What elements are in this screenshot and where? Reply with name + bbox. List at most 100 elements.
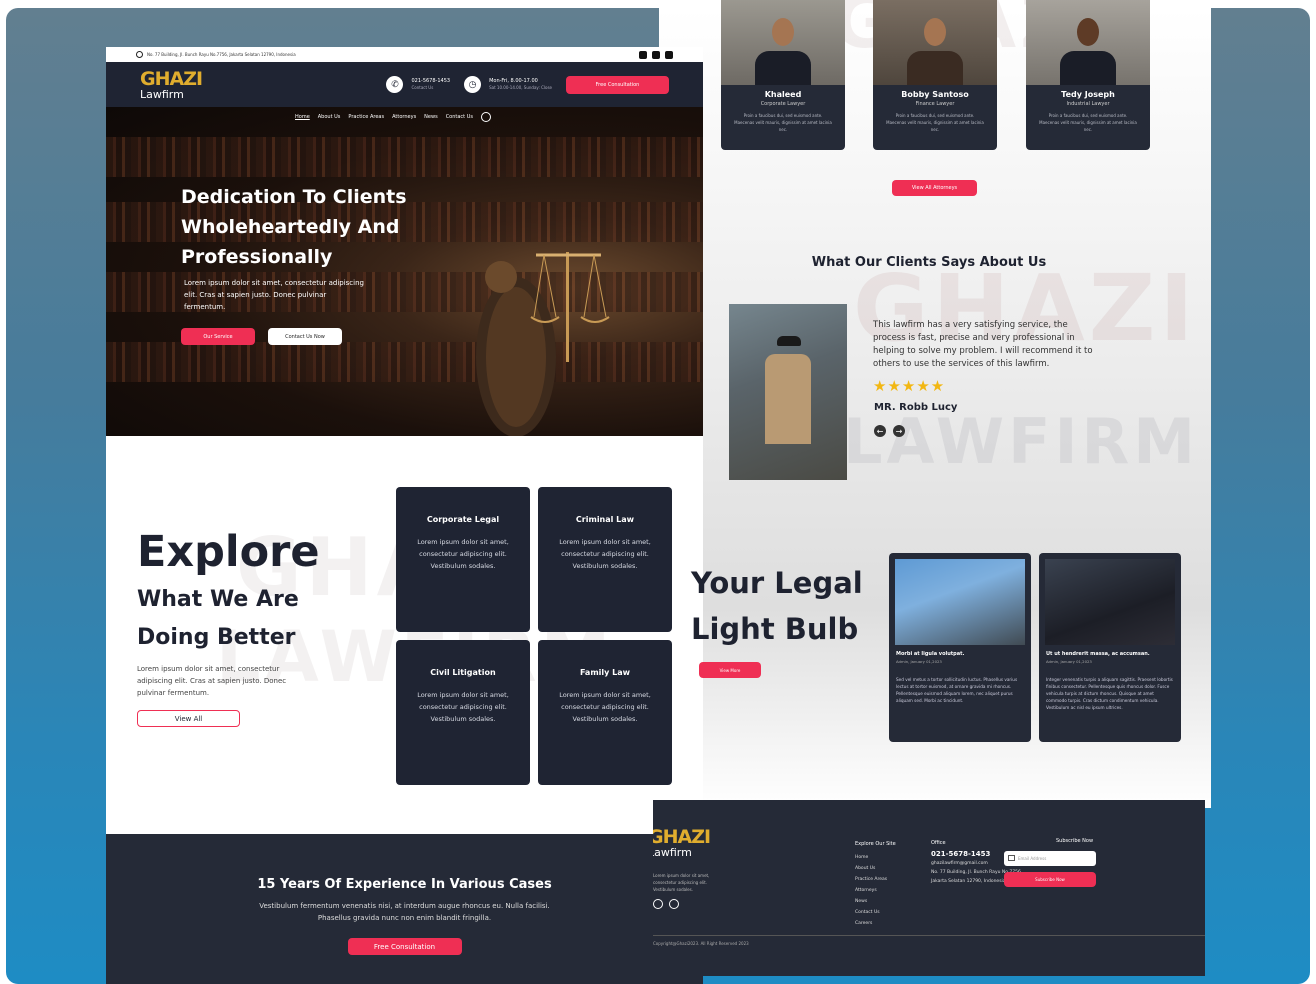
nav-item-home[interactable]: Home	[295, 114, 310, 120]
footer-col-title: Office	[931, 840, 946, 846]
hours-block: Mon-Fri, 8.00-17.00 Sat 10.00-14.00, Sun…	[489, 78, 552, 92]
explore-section: GHAZI LAWFIRM Explore What We Are Doing …	[106, 436, 703, 834]
clock-icon: ◷	[464, 76, 482, 93]
hero-text: Lorem ipsum dolor sit amet, consectetur …	[184, 279, 364, 311]
contact-us-button[interactable]: Contact Us Now	[268, 328, 342, 345]
attorney-card[interactable]: Bobby Santoso Finance Lawyer Proin a fau…	[873, 0, 997, 150]
landing-page-left: No. 77 Building, Jl. Bunch Rayu No.7756,…	[106, 47, 703, 984]
copyright: Copyright@Ghazi2023. All Right Reserved …	[653, 941, 749, 946]
attorney-card[interactable]: Tedy Joseph Industrial Lawyer Proin a fa…	[1026, 0, 1150, 150]
service-card[interactable]: Family Law Lorem ipsum dolor sit amet, c…	[538, 640, 672, 785]
brand-logo[interactable]: GHAZI Lawfirm	[140, 67, 203, 101]
footer-social	[653, 899, 679, 909]
subscribe-button[interactable]: Subscribe Now	[1004, 872, 1096, 887]
attorney-photo	[873, 0, 997, 85]
footer-subscribe-title: Subscribe Now	[1056, 836, 1093, 849]
footer-logo[interactable]: GHAZI Lawfirm	[653, 826, 711, 859]
testimonial-quote: This lawfirm has a very satisfying servi…	[873, 320, 1093, 369]
header-hours: Mon-Fri, 8.00-17.00	[489, 77, 538, 84]
brand-sub: Lawfirm	[140, 87, 184, 101]
blog-card-title: Morbi at ligula volutpat.	[896, 651, 965, 657]
search-icon[interactable]	[481, 112, 491, 122]
footer-divider	[653, 935, 1205, 936]
view-all-attorneys-button[interactable]: View All Attorneys	[892, 180, 977, 196]
service-card[interactable]: Corporate Legal Lorem ipsum dolor sit am…	[396, 487, 530, 632]
service-card-title: Criminal Law	[575, 515, 635, 524]
nav-item-contact[interactable]: Contact Us	[446, 114, 473, 120]
phone-icon: ✆	[386, 76, 404, 93]
attorney-desc: Proin a faucibus dui, sed euismod ante. …	[734, 113, 832, 132]
explore-subtitle: What We Are Doing Better	[137, 587, 299, 650]
blog-title-line: Light Bulb	[691, 612, 859, 646]
service-card-title: Corporate Legal	[426, 515, 500, 524]
brand-name: GHAZI	[140, 67, 203, 90]
phone-block: 021-5678-1453 Contact Us	[411, 78, 450, 92]
footer-link[interactable]: Home	[855, 852, 896, 863]
header-phone[interactable]: 021-5678-1453	[411, 78, 450, 86]
topbar-address: No. 77 Building, Jl. Bunch Rayu No.7756,…	[147, 52, 296, 57]
footer-link[interactable]: News	[855, 896, 896, 907]
testimonial-photo	[729, 304, 847, 480]
blog-title: Your Legal Light Bulb	[691, 560, 863, 652]
footer-link[interactable]: Practice Areas	[855, 874, 896, 885]
main-header: GHAZI Lawfirm ✆ 021-5678-1453 Contact Us…	[106, 62, 703, 107]
watermark-text: LAWFIRM	[843, 405, 1199, 478]
attorney-name: Tedy Joseph	[1061, 90, 1115, 99]
arrow-right-icon[interactable]: →	[893, 425, 905, 437]
attorney-card[interactable]: Khaleed Corporate Lawyer Proin a faucibu…	[721, 0, 845, 150]
instagram-icon[interactable]	[653, 899, 663, 909]
nav-item-about[interactable]: About Us	[318, 114, 341, 120]
top-info-bar: No. 77 Building, Jl. Bunch Rayu No.7756,…	[106, 47, 703, 62]
blog-card[interactable]: Ut ut hendrerit massa, ac accumsan. Admi…	[1039, 553, 1181, 742]
brand-name: GHAZI	[653, 826, 711, 848]
bookshelf-row	[106, 137, 703, 177]
cta-text: Vestibulum fermentum venenatis nisi, at …	[259, 902, 550, 922]
header-contacts: ✆ 021-5678-1453 Contact Us ◷ Mon-Fri, 8.…	[386, 75, 669, 94]
service-card[interactable]: Civil Litigation Lorem ipsum dolor sit a…	[396, 640, 530, 785]
footer-link[interactable]: Careers	[855, 918, 896, 929]
explore-text: Lorem ipsum dolor sit amet, consectetur …	[137, 665, 287, 697]
attorney-role: Finance Lawyer	[915, 101, 955, 107]
explore-title: Explore	[137, 527, 320, 577]
blog-card-title: Ut ut hendrerit massa, ac accumsan.	[1046, 651, 1150, 657]
attorney-photo	[1026, 0, 1150, 85]
blog-card[interactable]: Morbi at ligula volutpat. Admin, January…	[889, 553, 1031, 742]
blog-card-meta: Admin, January 01,2023	[896, 659, 942, 664]
arrow-left-icon[interactable]: ←	[874, 425, 886, 437]
footer-link[interactable]: Attorneys	[855, 885, 896, 896]
landing-page-right: GHAZI Khaleed Corporate Lawyer Proin a f…	[653, 0, 1205, 976]
facebook-icon[interactable]	[639, 50, 647, 59]
blog-card-text: Integer venenatis turpis a aliquam sagit…	[1046, 677, 1173, 710]
blog-photo	[895, 559, 1025, 645]
service-card-title: Civil Litigation	[430, 668, 496, 677]
attorney-role: Corporate Lawyer	[760, 101, 806, 107]
service-card-title: Family Law	[579, 668, 631, 677]
cta-consultation-button[interactable]: Free Consultation	[347, 938, 462, 955]
nav-item-practice[interactable]: Practice Areas	[348, 114, 384, 120]
service-card-text: Lorem ipsum dolor sit amet, consectetur …	[417, 538, 509, 570]
attorney-desc: Proin a faucibus dui, sed euismod ante. …	[886, 113, 984, 132]
youtube-icon[interactable]	[669, 899, 679, 909]
attorney-photo	[721, 0, 845, 85]
view-all-button[interactable]: View All	[137, 710, 240, 727]
service-card-text: Lorem ipsum dolor sit amet, consectetur …	[559, 538, 651, 570]
our-service-button[interactable]: Our Service	[181, 328, 255, 345]
blog-title-line: Your Legal	[691, 566, 863, 600]
nav-item-attorneys[interactable]: Attorneys	[392, 114, 416, 120]
email-placeholder: Email Address	[1018, 856, 1047, 861]
attorney-role: Industrial Lawyer	[1066, 101, 1110, 107]
blog-card-meta: Admin, January 01,2023	[1046, 659, 1092, 664]
email-subscribe-input[interactable]: Email Address	[1004, 851, 1096, 866]
main-nav: Home About Us Practice Areas Attorneys N…	[295, 112, 491, 122]
service-card[interactable]: Criminal Law Lorem ipsum dolor sit amet,…	[538, 487, 672, 632]
rating-stars: ★★★★★	[873, 377, 946, 395]
footer-link[interactable]: Contact Us	[855, 907, 896, 918]
view-more-button[interactable]: View More	[699, 662, 761, 678]
nav-item-news[interactable]: News	[424, 114, 438, 120]
footer-col-title: Subscribe Now	[1056, 838, 1094, 844]
footer-link[interactable]: About Us	[855, 863, 896, 874]
service-card-text: Lorem ipsum dolor sit amet, consectetur …	[559, 691, 651, 723]
attorney-name: Khaleed	[764, 90, 802, 99]
location-icon	[136, 51, 143, 58]
site-footer: GHAZI Lawfirm Lorem ipsum dolor sit amet…	[653, 800, 1205, 976]
